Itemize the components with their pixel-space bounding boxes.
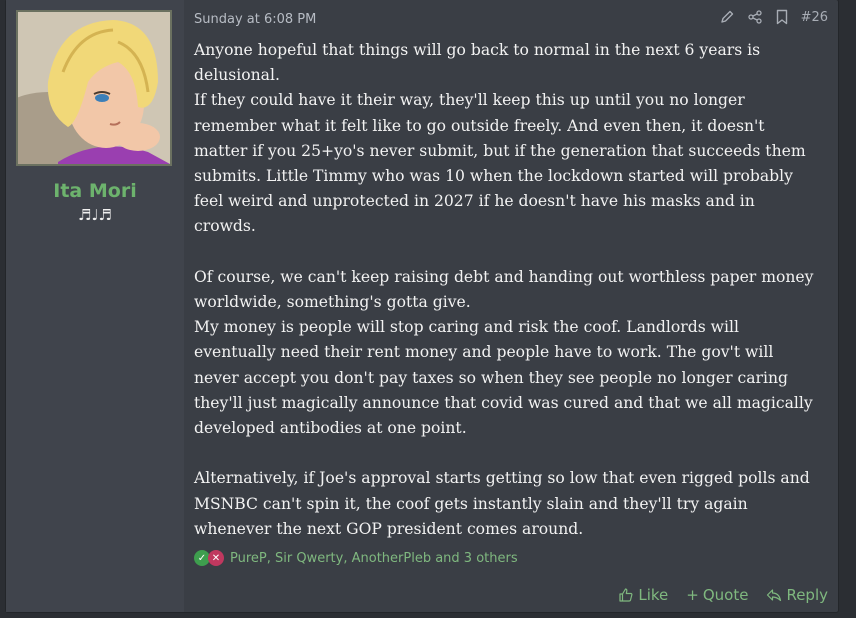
avatar[interactable] [16,10,172,166]
user-title: ♬♩♬ [78,206,112,224]
like-button[interactable]: Like [618,586,668,604]
x-icon: ✕ [208,550,224,566]
like-label: Like [638,586,669,604]
paragraph: Alternatively, if Joe's approval starts … [194,469,810,538]
reactions-bar: ✓ ✕ PureP, Sir Qwerty, AnotherPleb and 3… [194,550,518,566]
thumbs-up-icon [618,587,634,603]
username[interactable]: Ita Mori [6,180,184,202]
reply-label: Reply [786,586,828,604]
reply-button[interactable]: Reply [766,586,828,604]
paragraph: Of course, we can't keep raising debt an… [194,267,814,312]
post-main: Sunday at 6:08 PM #26 Anyone hopeful tha… [184,0,838,612]
quote-label: Quote [702,586,749,604]
reactions-list[interactable]: PureP, Sir Qwerty, AnotherPleb and 3 oth… [230,551,518,566]
post-meta-actions: #26 [719,9,828,25]
quote-button[interactable]: + Quote [686,586,748,604]
paragraph: My money is people will stop caring and … [194,318,813,438]
forum-post: Ita Mori ♬♩♬ Sunday at 6:08 PM #26 Anyon… [6,0,838,612]
post-body: Anyone hopeful that things will go back … [194,38,834,542]
post-date[interactable]: Sunday at 6:08 PM [194,12,316,27]
paragraph: If they could have it their way, they'll… [194,91,806,236]
user-sidebar: Ita Mori ♬♩♬ [6,0,184,612]
reply-icon [766,587,782,603]
plus-icon: + [686,586,699,604]
pencil-icon[interactable] [719,9,735,25]
bookmark-icon[interactable] [775,9,789,25]
post-number[interactable]: #26 [801,10,828,25]
post-actions: Like + Quote Reply [618,586,828,604]
share-icon[interactable] [747,9,763,25]
paragraph: Anyone hopeful that things will go back … [194,41,761,85]
